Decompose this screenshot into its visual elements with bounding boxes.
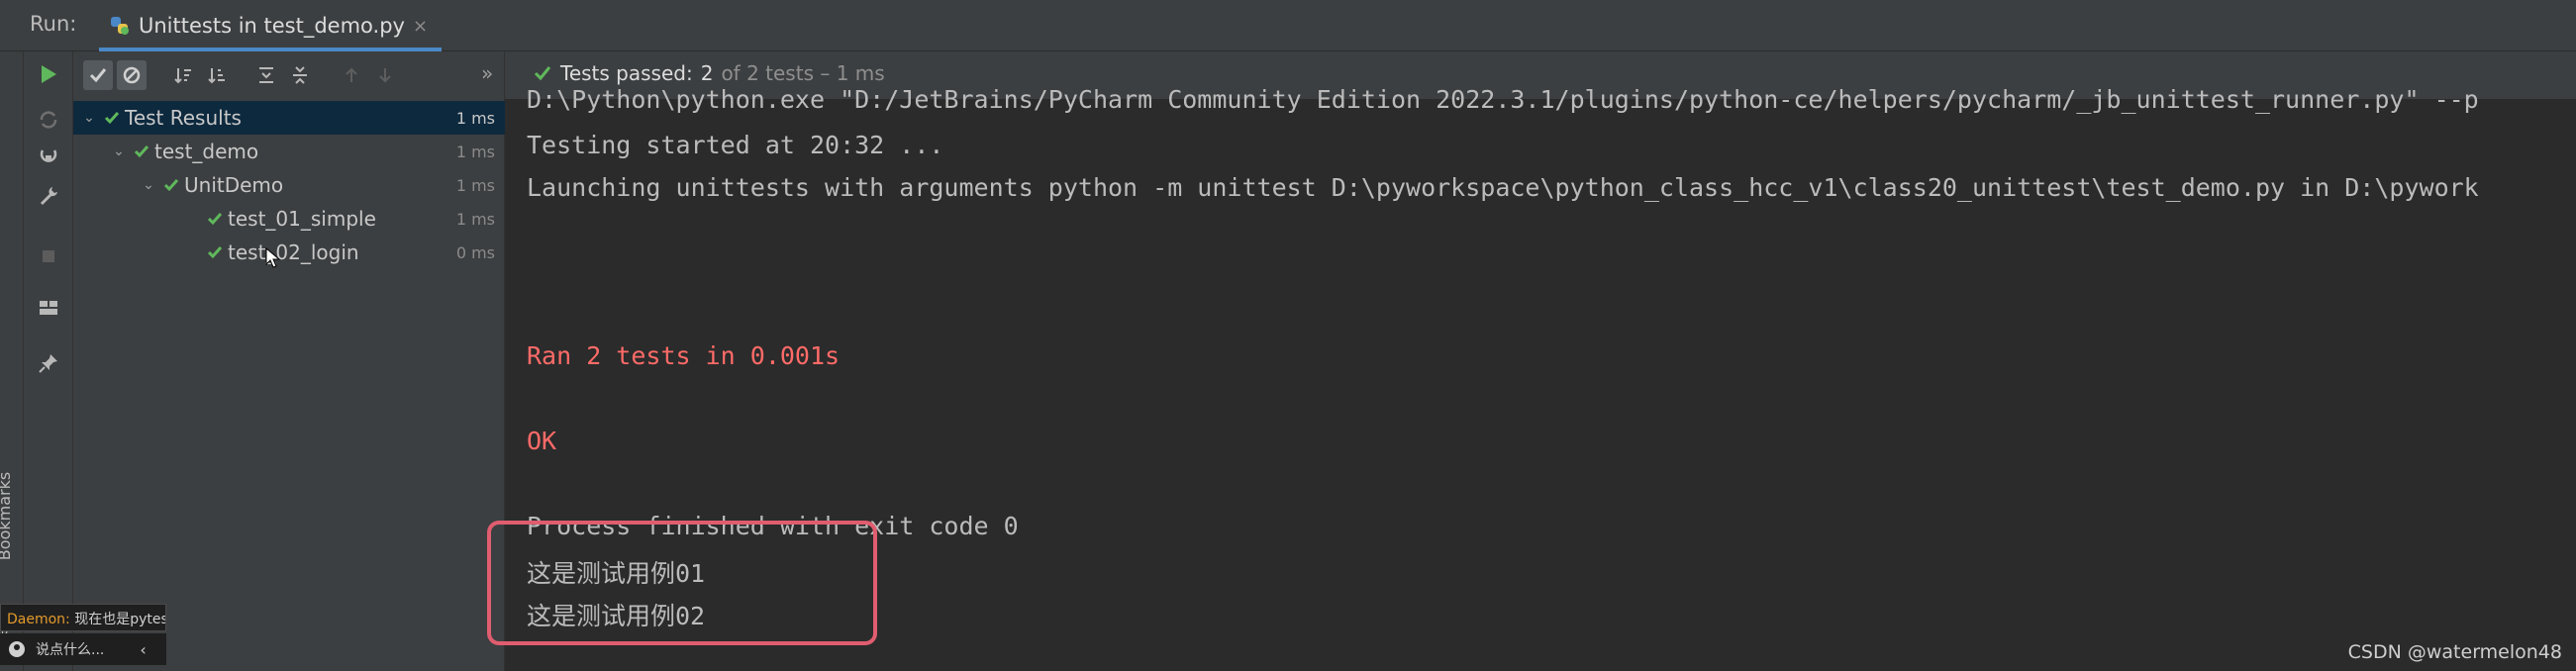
python-test-icon (111, 17, 129, 35)
bookmarks-tab[interactable]: Bookmarks (0, 472, 14, 560)
stop-button[interactable] (34, 241, 63, 271)
console-line-ok: OK (527, 427, 557, 455)
console-line-ran: Ran 2 tests in 0.001s (527, 341, 841, 370)
run-label: Run: (30, 12, 77, 36)
show-passed-button[interactable] (83, 60, 113, 90)
prev-failed-button[interactable] (337, 60, 366, 90)
passed-check-icon (534, 66, 551, 81)
expand-all-icon (259, 67, 273, 83)
tooltip-key: Daemon: (7, 612, 70, 627)
tree-node-test-01-simple[interactable]: test_01_simple 1 ms (73, 202, 505, 236)
status-detail: of 2 tests – 1 ms (721, 61, 885, 85)
tree-node-unitdemo[interactable]: ⌄ UnitDemo 1 ms (73, 168, 505, 202)
collapse-all-icon (293, 66, 307, 84)
console-line-command: D:\Python\python.exe "D:/JetBrains/PyCha… (527, 85, 2479, 114)
tests-passed-status: Tests passed: 2 of 2 tests – 1 ms (533, 61, 885, 85)
collapse-arrow-icon[interactable]: ‹ (140, 640, 146, 659)
tree-toolbar (73, 51, 505, 99)
sort-duration-button[interactable] (202, 60, 232, 90)
run-tab-bar: Run: Unittests in test_demo.py × (0, 0, 2576, 51)
test-tree-panel: ⌄ Test Results 1 ms ⌄ test_demo 1 ms ⌄ U… (73, 51, 505, 671)
tree-node-time: 1 ms (455, 142, 495, 161)
debug-button[interactable] (34, 143, 63, 172)
sync-icon (40, 111, 57, 129)
avatar (9, 641, 25, 657)
sort-duration-icon (208, 68, 225, 84)
tab-unittests[interactable]: Unittests in test_demo.py × (99, 6, 443, 51)
passed-check-icon (207, 213, 223, 226)
settings-button[interactable] (34, 180, 63, 210)
mouse-cursor-icon (265, 247, 281, 268)
tab-title: Unittests in test_demo.py (139, 14, 405, 38)
chat-input-bar[interactable]: 说点什么... ‹ (0, 633, 166, 665)
tree-node-time: 1 ms (455, 175, 495, 195)
status-label: Tests passed: (560, 61, 693, 85)
close-icon[interactable]: × (413, 16, 428, 37)
passed-check-icon (207, 246, 223, 259)
show-passed-icon (89, 68, 107, 83)
chevron-down-icon[interactable]: ⌄ (109, 144, 129, 159)
expand-all-button[interactable] (251, 60, 281, 90)
more-actions-button[interactable]: » (481, 61, 493, 85)
tree-node-test-demo[interactable]: ⌄ test_demo 1 ms (73, 135, 505, 168)
layout-icon (40, 301, 57, 315)
tree-node-label: test_demo (154, 140, 259, 163)
rerun-failed-button[interactable] (34, 105, 63, 135)
passed-check-icon (163, 179, 179, 192)
rerun-play-icon (42, 65, 56, 83)
run-tool-column (24, 51, 73, 671)
sort-alpha-button[interactable] (168, 60, 198, 90)
tree-node-time: 1 ms (455, 209, 495, 229)
next-failed-icon (379, 68, 391, 83)
watermark: CSDN @watermelon48 (2347, 641, 2562, 663)
highlight-annotation (487, 521, 877, 645)
layout-button[interactable] (34, 293, 63, 323)
console-line-testing-started: Testing started at 20:32 ... (527, 131, 944, 159)
collapse-all-button[interactable] (285, 60, 315, 90)
chevron-down-icon[interactable]: ⌄ (79, 110, 99, 126)
show-ignored-button[interactable] (117, 60, 147, 90)
tree-node-label: UnitDemo (184, 173, 284, 197)
tree-node-label: Test Results (125, 106, 242, 130)
tree-node-label: test_02_login (228, 240, 359, 264)
tree-node-time: 1 ms (455, 108, 495, 128)
chat-tooltip: Daemon: 现在也是pytest (0, 604, 166, 631)
tree-node-label: test_01_simple (228, 207, 376, 231)
pin-button[interactable] (34, 348, 63, 378)
tooltip-value: 现在也是pytest (74, 612, 166, 627)
tree-node-time: 0 ms (455, 242, 495, 262)
show-ignored-icon (123, 66, 141, 84)
prev-failed-icon (346, 67, 357, 82)
passed-check-icon (104, 112, 120, 125)
stop-icon (43, 250, 54, 262)
console-line-launching: Launching unittests with arguments pytho… (527, 173, 2479, 202)
chevron-down-icon[interactable]: ⌄ (139, 177, 158, 193)
left-side-strip: Bookmarks ture (0, 51, 24, 671)
rerun-button[interactable] (34, 59, 63, 89)
tree-node-test-results[interactable]: ⌄ Test Results 1 ms (73, 101, 505, 135)
sort-alpha-icon (174, 68, 191, 84)
wrench-icon (41, 187, 57, 205)
passed-check-icon (134, 145, 149, 158)
next-failed-button[interactable] (370, 60, 400, 90)
debug-icon (40, 149, 57, 162)
pin-icon (39, 354, 57, 373)
tree-node-test-02-login[interactable]: test_02_login 0 ms (73, 236, 505, 269)
status-count: 2 (700, 61, 714, 85)
chat-input-placeholder[interactable]: 说点什么... (36, 639, 104, 659)
